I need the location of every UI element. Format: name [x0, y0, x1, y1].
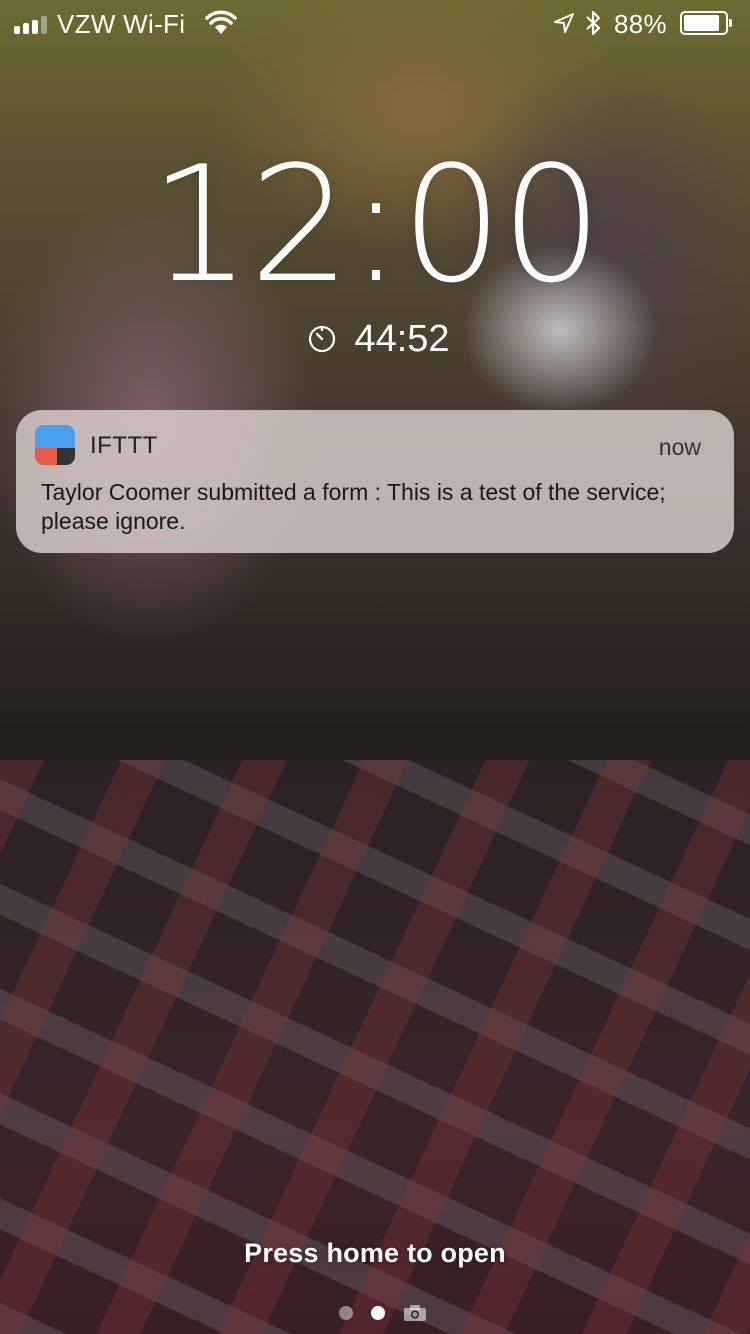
page-dot-active[interactable]: [371, 1306, 385, 1320]
timer-icon: [309, 325, 336, 353]
timer-value: 44:52: [354, 317, 450, 360]
notification-app-name: IFTTT: [90, 432, 158, 459]
carrier-label: VZW Wi-Fi: [57, 9, 186, 39]
notification-card[interactable]: IFTTT now Taylor Coomer submitted a form…: [16, 410, 734, 553]
location-icon: [554, 13, 574, 33]
page-indicator: [0, 1303, 750, 1323]
battery-percent: 88%: [614, 9, 667, 39]
notification-time: now: [658, 434, 701, 460]
press-home-hint: Press home to open: [244, 1238, 506, 1268]
lock-screen-clock: 12:00: [149, 131, 602, 318]
notification-body: Taylor Coomer submitted a form : This is…: [41, 479, 666, 534]
status-bar: VZW Wi-Fi 88%: [0, 0, 750, 48]
bluetooth-icon: [586, 10, 601, 36]
page-dot[interactable]: [339, 1306, 353, 1320]
camera-icon[interactable]: [403, 1304, 427, 1322]
signal-icon: [14, 14, 47, 34]
battery-icon: [680, 11, 732, 35]
ifttt-app-icon: [35, 425, 75, 465]
timer-row: 44:52: [0, 315, 750, 363]
wifi-icon: [205, 10, 237, 34]
